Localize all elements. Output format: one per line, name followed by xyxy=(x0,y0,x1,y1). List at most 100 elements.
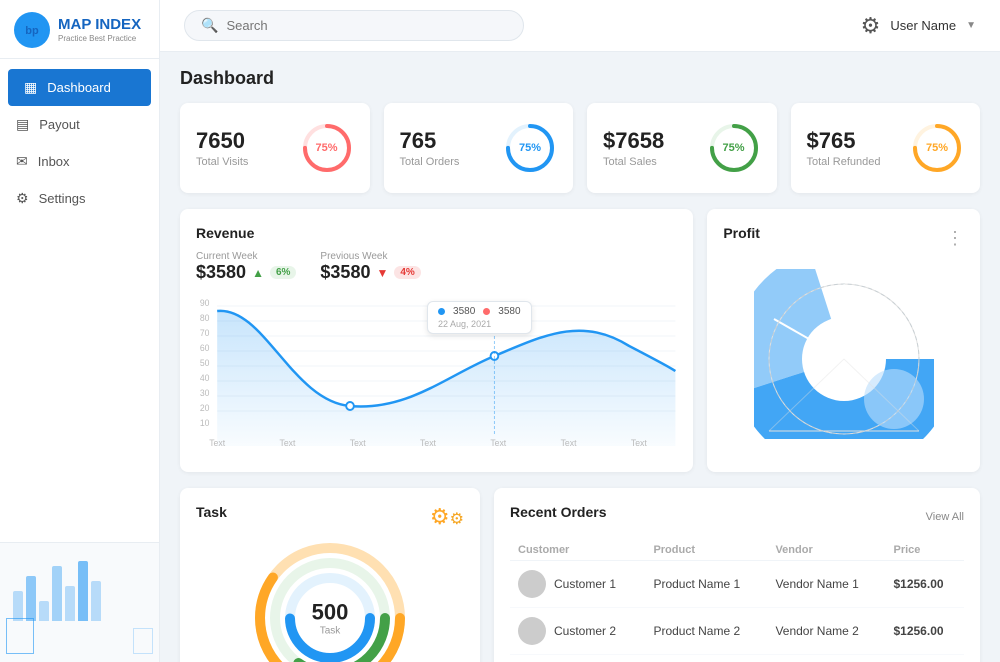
svg-text:Text: Text xyxy=(490,438,506,448)
price-cell: $1256.00 xyxy=(885,608,964,655)
revenue-title: Revenue xyxy=(196,225,677,241)
svg-text:90: 90 xyxy=(200,298,210,308)
circle-progress: 75% xyxy=(910,121,964,175)
logo-subtitle: Practice Best Practice xyxy=(58,34,141,43)
profit-card: Profit ⋮ xyxy=(707,209,980,472)
profit-title: Profit xyxy=(723,225,760,241)
circle-text: 75% xyxy=(315,142,337,154)
task-gear-icon: ⚙⚙ xyxy=(430,504,464,530)
price-cell: $1256.00 xyxy=(885,561,964,608)
svg-text:40: 40 xyxy=(200,373,210,383)
tooltip-date: 22 Aug, 2021 xyxy=(438,319,521,329)
donut-value: 500 xyxy=(312,600,349,626)
sidebar-item-settings[interactable]: ⚙ Settings xyxy=(0,180,159,217)
stats-row: 7650 Total Visits 75% 765 Total Orders 7… xyxy=(180,103,980,193)
mini-chart xyxy=(8,551,151,626)
customer-cell: Customer 1 xyxy=(510,561,645,608)
settings-icon: ⚙ xyxy=(16,190,29,207)
vendor-cell: Vendor Name 3 xyxy=(767,655,885,662)
donut-center: 500 Task xyxy=(312,600,349,637)
circle-progress: 75% xyxy=(503,121,557,175)
orders-col-header: Price xyxy=(885,540,964,561)
donut-label: Task xyxy=(312,626,349,637)
table-row: Customer 2 Product Name 2 Vendor Name 2 … xyxy=(510,608,964,655)
tooltip-dot-1 xyxy=(438,308,445,315)
orders-col-header: Product xyxy=(645,540,767,561)
tooltip-dots: 3580 3580 xyxy=(438,306,521,317)
avatar xyxy=(518,570,546,598)
tooltip-val2: 3580 xyxy=(498,306,520,317)
sidebar-item-dashboard[interactable]: ▦ Dashboard xyxy=(8,69,151,106)
stat-label: Total Sales xyxy=(603,156,664,168)
task-title: Task xyxy=(196,504,227,520)
stat-card-visits: 7650 Total Visits 75% xyxy=(180,103,370,193)
orders-header: Recent Orders View All xyxy=(510,504,964,530)
search-bar[interactable]: 🔍 xyxy=(184,10,524,41)
sidebar-item-payout[interactable]: ▤ Payout xyxy=(0,106,159,143)
svg-text:70: 70 xyxy=(200,328,210,338)
sidebar-logo: bp MAP INDEX Practice Best Practice xyxy=(0,0,159,59)
table-row: Customer 1 Product Name 1 Vendor Name 1 … xyxy=(510,561,964,608)
page-title: Dashboard xyxy=(180,68,980,89)
sidebar-item-inbox[interactable]: ✉ Inbox xyxy=(0,143,159,180)
stat-value: 7650 xyxy=(196,128,248,154)
svg-text:Text: Text xyxy=(420,438,436,448)
circle-text: 75% xyxy=(926,142,948,154)
donut-wrap: 500 Task xyxy=(196,538,464,662)
svg-text:bp: bp xyxy=(25,25,39,37)
stat-card-refunded: $765 Total Refunded 75% xyxy=(791,103,981,193)
svg-text:30: 30 xyxy=(200,388,210,398)
customer-cell: Customer 2 xyxy=(510,608,645,655)
revenue-stats: Current Week $3580 ▲ 6% Previous Week $3… xyxy=(196,251,677,283)
sidebar: bp MAP INDEX Practice Best Practice ▦ Da… xyxy=(0,0,160,662)
svg-text:60: 60 xyxy=(200,343,210,353)
product-cell: Product Name 3 xyxy=(645,655,767,662)
stat-label: Total Refunded xyxy=(807,156,881,168)
prev-week-stat: Previous Week $3580 ▼ 4% xyxy=(320,251,420,283)
stat-value: 765 xyxy=(400,128,460,154)
table-row: Customer 3 Product Name 3 Vendor Name 3 … xyxy=(510,655,964,662)
svg-text:50: 50 xyxy=(200,358,210,368)
stat-value: $765 xyxy=(807,128,881,154)
svg-text:20: 20 xyxy=(200,403,210,413)
charts-row: Revenue Current Week $3580 ▲ 6% Previous… xyxy=(180,209,980,472)
pie-wrap xyxy=(723,251,964,456)
circle-progress: 75% xyxy=(707,121,761,175)
stat-card-sales: $7658 Total Sales 75% xyxy=(587,103,777,193)
orders-card: Recent Orders View All CustomerProductVe… xyxy=(494,488,980,662)
logo-text: MAP INDEX Practice Best Practice xyxy=(58,17,141,43)
line-chart-wrap: 90 80 70 60 50 40 30 20 10 xyxy=(196,291,677,456)
revenue-card: Revenue Current Week $3580 ▲ 6% Previous… xyxy=(180,209,693,472)
tooltip-val1: 3580 xyxy=(453,306,475,317)
orders-col-header: Vendor xyxy=(767,540,885,561)
search-input[interactable] xyxy=(226,18,506,33)
customer-cell: Customer 3 xyxy=(510,655,645,662)
stat-card-orders: 765 Total Orders 75% xyxy=(384,103,574,193)
vendor-cell: Vendor Name 2 xyxy=(767,608,885,655)
chart-tooltip: 3580 3580 22 Aug, 2021 xyxy=(427,301,532,334)
sidebar-item-label: Dashboard xyxy=(47,80,111,95)
profit-header: Profit ⋮ xyxy=(723,225,964,251)
logo-icon: bp xyxy=(14,12,50,48)
stat-info: 7650 Total Visits xyxy=(196,128,248,168)
orders-title: Recent Orders xyxy=(510,504,606,520)
price-cell: $1256.00 xyxy=(885,655,964,662)
inbox-icon: ✉ xyxy=(16,153,28,170)
profit-pie-chart xyxy=(754,269,934,439)
view-all-button[interactable]: View All xyxy=(926,511,964,523)
search-icon: 🔍 xyxy=(201,17,218,34)
user-area: ⚙ User Name ▼ xyxy=(861,13,976,39)
product-cell: Product Name 2 xyxy=(645,608,767,655)
more-options-icon[interactable]: ⋮ xyxy=(946,228,964,249)
avatar xyxy=(518,617,546,645)
stat-value: $7658 xyxy=(603,128,664,154)
logo-title: MAP INDEX xyxy=(58,17,141,34)
user-name-label: User Name xyxy=(890,18,956,33)
sidebar-preview xyxy=(0,542,159,662)
header: 🔍 ⚙ User Name ▼ xyxy=(160,0,1000,52)
sidebar-item-label: Payout xyxy=(39,117,79,132)
circle-progress: 75% xyxy=(300,121,354,175)
settings-gear-icon[interactable]: ⚙ xyxy=(861,13,881,39)
payout-icon: ▤ xyxy=(16,116,29,133)
current-badge: 6% xyxy=(270,266,296,279)
